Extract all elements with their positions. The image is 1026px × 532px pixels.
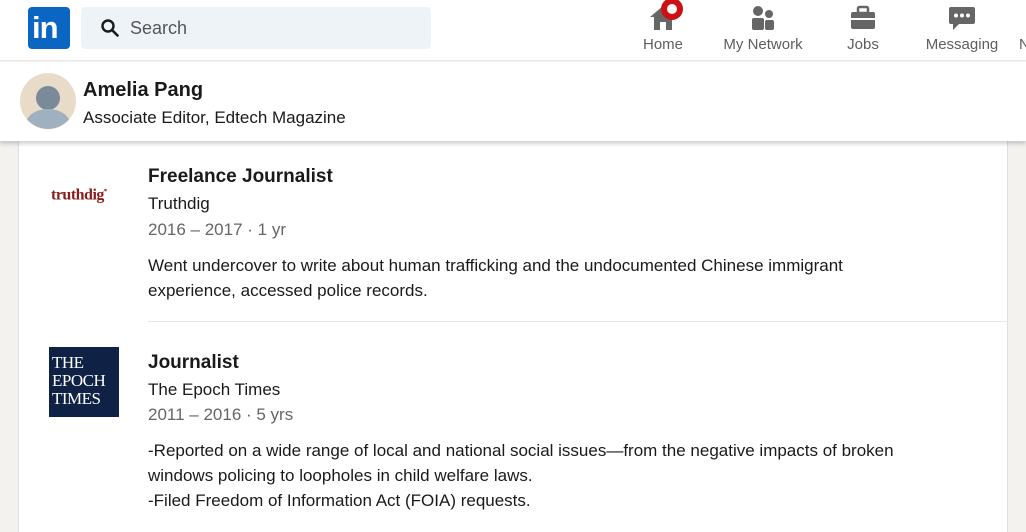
description-line: windows policing to loopholes in child w… <box>148 466 533 485</box>
experience-description: -Reported on a wide range of local and n… <box>148 438 928 513</box>
logo-line: TIMES <box>52 389 101 408</box>
experience-card: truthdig▪ Freelance Journalist Truthdig … <box>18 141 1009 532</box>
nav-item-messaging[interactable]: Messaging <box>922 0 1002 61</box>
company-logo-truthdig[interactable]: truthdig▪ <box>51 185 107 204</box>
experience-company: The Epoch Times <box>148 380 281 399</box>
experience-dates: 2016 – 2017 · 1 yr <box>148 220 286 239</box>
profile-name: Amelia Pang <box>83 79 204 101</box>
divider <box>148 321 1009 322</box>
briefcase-icon <box>851 5 875 29</box>
profile-sticky-header: Amelia Pang Associate Editor, Edtech Mag… <box>0 62 1026 141</box>
avatar[interactable] <box>20 73 76 129</box>
experience-title: Freelance Journalist <box>148 166 333 187</box>
profile-headline: Associate Editor, Edtech Magazine <box>83 108 346 127</box>
nav-label-home: Home <box>642 36 683 53</box>
avatar-body-shape <box>26 109 70 129</box>
experience-company: Truthdig <box>148 194 210 213</box>
description-line: -Reported on a wide range of local and n… <box>148 441 894 460</box>
nav-item-jobs[interactable]: Jobs <box>833 0 893 61</box>
nav-label-my-network: My Network <box>723 36 803 53</box>
logo-text: in <box>32 10 59 45</box>
experience-description: Went undercover to write about human tra… <box>148 253 928 303</box>
nav-label-cut-off[interactable]: N <box>1019 36 1026 53</box>
search-placeholder: Search <box>130 18 188 38</box>
nav-item-my-network[interactable]: My Network <box>718 0 808 61</box>
description-line: -Filed Freedom of Information Act (FOIA)… <box>148 491 531 510</box>
nav-label-messaging: Messaging <box>925 36 999 53</box>
experience-dates: 2011 – 2016 · 5 yrs <box>148 405 294 424</box>
message-icon <box>949 7 975 30</box>
nav-item-home[interactable]: Home <box>633 0 693 61</box>
logo-line: EPOCH <box>52 371 106 390</box>
description-line: experience, accessed police records. <box>148 281 428 300</box>
company-logo-epoch-times[interactable]: THE EPOCH TIMES <box>49 347 119 417</box>
linkedin-logo[interactable]: in <box>28 7 70 49</box>
notification-badge <box>661 0 683 20</box>
nav-label-jobs: Jobs <box>847 36 879 53</box>
top-navigation-bar: in Search Home My Network Jobs Messaging… <box>0 0 1026 61</box>
search-icon <box>101 19 119 37</box>
logo-line: THE <box>52 353 84 372</box>
search-input[interactable]: Search <box>81 7 431 49</box>
avatar-head-shape <box>36 86 60 110</box>
truthdig-logo-text: truthdig <box>51 186 104 204</box>
people-icon <box>752 6 774 30</box>
experience-title: Journalist <box>148 352 239 373</box>
description-line: Went undercover to write about human tra… <box>148 256 843 275</box>
